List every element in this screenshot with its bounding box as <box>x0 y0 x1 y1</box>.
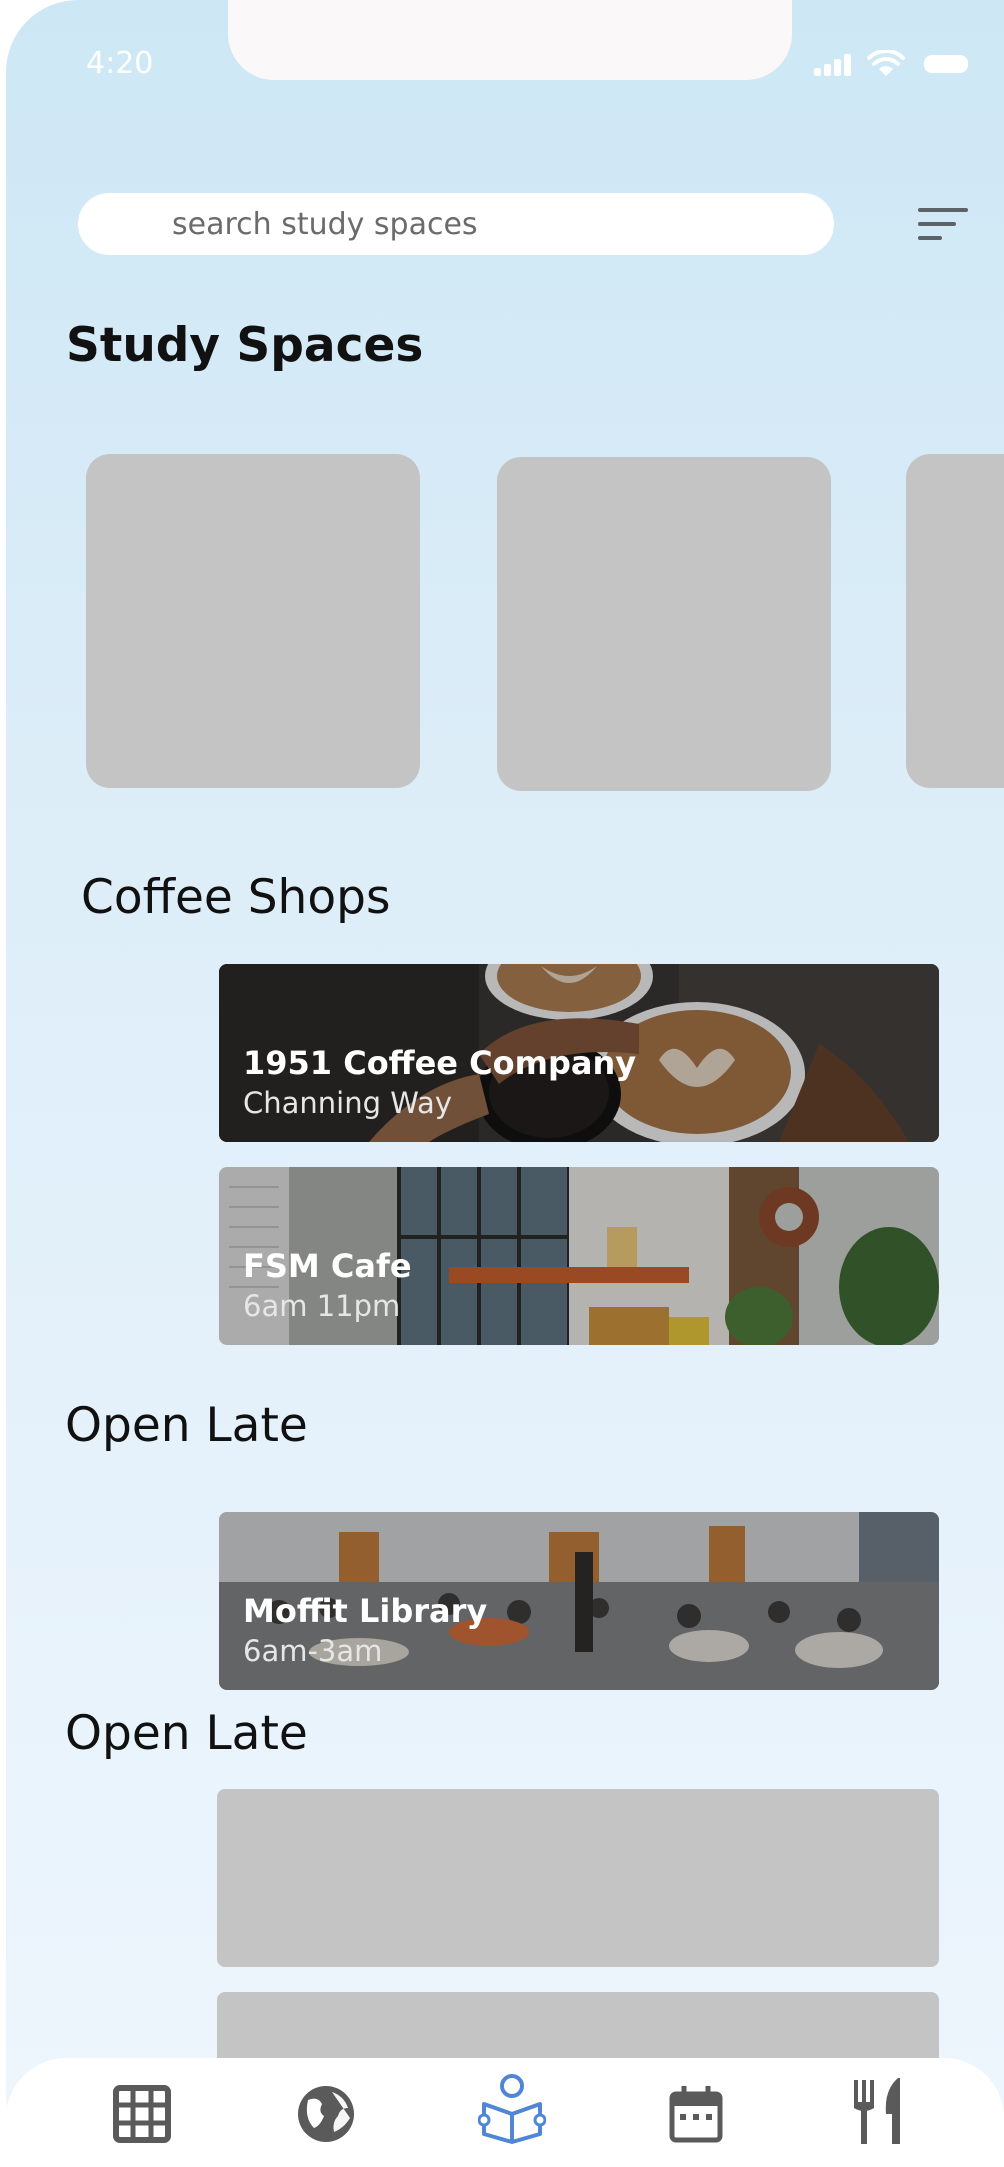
globe-icon <box>298 2086 354 2142</box>
status-time: 4:20 <box>86 46 154 81</box>
grid-icon <box>113 2085 171 2143</box>
filter-icon[interactable] <box>918 204 970 244</box>
place-card[interactable]: Moffit Library 6am-3am <box>219 1512 939 1690</box>
nav-grid[interactable] <box>110 2082 174 2146</box>
page-title: Study Spaces <box>66 318 424 373</box>
device-notch <box>228 0 792 80</box>
place-name: Moffit Library <box>243 1592 488 1630</box>
nav-calendar[interactable] <box>664 2082 728 2146</box>
nav-explore[interactable] <box>294 2082 358 2146</box>
search-bar <box>78 193 834 255</box>
place-name: 1951 Coffee Company <box>243 1044 637 1082</box>
study-space-card[interactable] <box>906 454 1004 788</box>
wifi-icon <box>867 50 905 76</box>
bottom-navigation <box>6 2058 1004 2167</box>
place-card-placeholder[interactable] <box>217 1789 939 1967</box>
study-space-card[interactable] <box>497 457 831 791</box>
nav-study-spaces[interactable] <box>478 2074 546 2144</box>
section-title-coffee-shops: Coffee Shops <box>81 870 391 925</box>
place-card[interactable]: 1951 Coffee Company Channing Way <box>219 964 939 1142</box>
place-card[interactable]: FSM Cafe 6am 11pm <box>219 1167 939 1345</box>
place-subtitle: Channing Way <box>243 1086 452 1120</box>
search-input[interactable] <box>78 193 834 255</box>
study-space-card[interactable] <box>86 454 420 788</box>
place-name: FSM Cafe <box>243 1247 412 1285</box>
status-icons <box>814 50 984 80</box>
place-subtitle: 6am-3am <box>243 1634 383 1668</box>
section-title-open-late: Open Late <box>65 1706 308 1761</box>
study-reader-icon <box>478 2074 546 2144</box>
calendar-icon <box>669 2086 723 2143</box>
battery-icon <box>924 55 968 73</box>
nav-dining[interactable] <box>848 2076 908 2146</box>
section-title-open-late: Open Late <box>65 1398 308 1453</box>
phone-screen: 4:20 Study Spaces Coffee Shops <box>6 0 1004 2167</box>
place-subtitle: 6am 11pm <box>243 1289 401 1323</box>
dining-icon <box>854 2078 900 2144</box>
